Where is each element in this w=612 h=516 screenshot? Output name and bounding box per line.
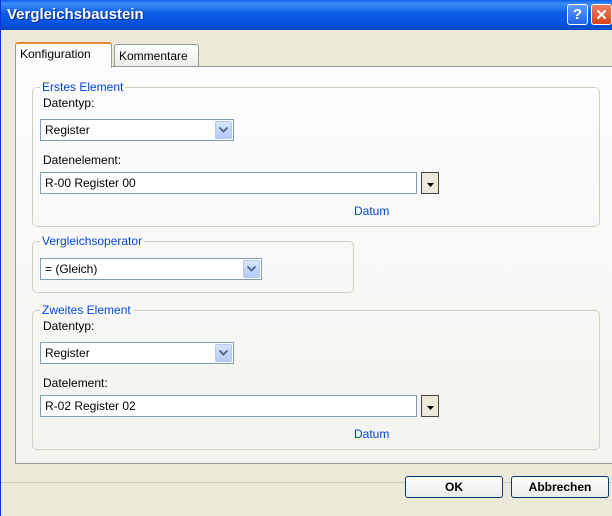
first-datatype-select[interactable]: Register (40, 119, 234, 141)
first-element-value: R-00 Register 00 (45, 176, 136, 190)
help-icon: ? (572, 6, 583, 23)
tab-label: Konfiguration (20, 47, 91, 61)
dropdown-arrow-icon (426, 399, 434, 413)
dropdown-arrow-icon (426, 176, 434, 190)
tab-label: Kommentare (119, 49, 188, 63)
second-element-label: Datelement: (43, 376, 108, 390)
operator-select[interactable]: = (Gleich) (40, 258, 262, 280)
first-element-legend: Erstes Element (40, 80, 126, 94)
cancel-button[interactable]: Abbrechen (511, 476, 609, 498)
operator-value: = (Gleich) (45, 262, 98, 276)
second-element-group: Zweites Element Datentyp: Register Datel… (32, 303, 600, 450)
second-datatype-value: Register (45, 346, 90, 360)
second-element-dropdown-button[interactable] (421, 395, 439, 417)
first-datatype-value: Register (45, 123, 90, 137)
tab-konfiguration[interactable]: Konfiguration (15, 42, 112, 68)
close-button[interactable]: ✕ (591, 4, 612, 25)
second-element-field[interactable]: R-02 Register 02 (40, 395, 417, 417)
chevron-down-icon[interactable] (215, 121, 232, 139)
tab-panel: Erstes Element Datentyp: Register Datene… (15, 66, 612, 464)
second-datatype-label: Datentyp: (43, 319, 95, 333)
close-icon: ✕ (595, 6, 608, 24)
first-element-field[interactable]: R-00 Register 00 (40, 172, 417, 194)
second-datum-link[interactable]: Datum (354, 427, 389, 441)
ok-label: OK (445, 480, 463, 494)
help-button[interactable]: ? (567, 4, 588, 25)
operator-legend: Vergleichsoperator (40, 234, 145, 248)
second-datatype-select[interactable]: Register (40, 342, 234, 364)
chevron-down-icon[interactable] (215, 344, 232, 362)
second-element-value: R-02 Register 02 (45, 399, 136, 413)
first-element-group: Erstes Element Datentyp: Register Datene… (32, 80, 600, 227)
second-element-legend: Zweites Element (40, 303, 133, 317)
first-element-dropdown-button[interactable] (421, 172, 439, 194)
ok-button[interactable]: OK (405, 476, 503, 498)
first-datum-link[interactable]: Datum (354, 204, 389, 218)
cancel-label: Abbrechen (528, 480, 592, 494)
dialog-window: Vergleichsbaustein ? ✕ Konfiguration Kom… (0, 0, 612, 516)
first-datatype-label: Datentyp: (43, 96, 95, 110)
window-title: Vergleichsbaustein (7, 6, 144, 23)
chevron-down-icon[interactable] (243, 260, 260, 278)
first-element-label: Datenelement: (43, 153, 122, 167)
tab-kommentare[interactable]: Kommentare (114, 44, 199, 68)
operator-group: Vergleichsoperator = (Gleich) (32, 234, 354, 293)
title-bar[interactable]: Vergleichsbaustein ? ✕ (1, 0, 612, 30)
